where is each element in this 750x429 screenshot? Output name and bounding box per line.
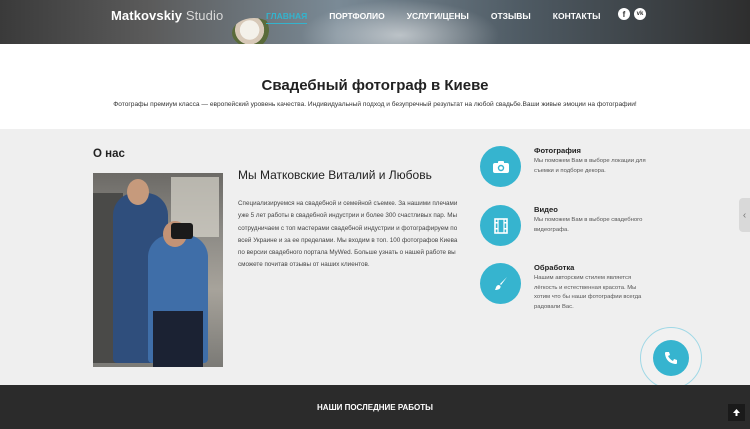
camera-prop (171, 223, 193, 239)
service-desc: Нашим авторским стилем является лёгкость… (534, 275, 642, 310)
woman-pants (153, 311, 203, 367)
about-text: Специализируемся на свадебной и семейной… (238, 200, 458, 269)
main-nav: ГЛАВНАЯ ПОРТФОЛИО УСЛУГИ/ЦЕНЫ ОТЗЫВЫ КОН… (266, 10, 622, 24)
site-logo[interactable]: Matkovskiy Studio (111, 8, 223, 23)
vk-icon[interactable]: vk (634, 8, 646, 20)
side-slider-tab[interactable]: ‹ (739, 198, 750, 232)
service-desc: Мы поможем Вам в выборе локации для съем… (534, 158, 646, 174)
service-name: Видео (534, 205, 558, 214)
page-title: Свадебный фотограф в Киеве (261, 77, 489, 94)
social-links: f vk (618, 8, 646, 20)
nav-item-services[interactable]: УСЛУГИ/ЦЕНЫ (407, 10, 469, 24)
header-bar: Matkovskiy Studio ГЛАВНАЯ ПОРТФОЛИО УСЛУ… (0, 0, 750, 44)
nav-item-home[interactable]: ГЛАВНАЯ (266, 10, 308, 24)
couple-photo (93, 173, 223, 367)
service-name: Фотография (534, 146, 581, 155)
logo-light: Studio (185, 8, 224, 23)
service-desc: Мы поможем Вам в выборе свадебного видео… (534, 217, 643, 233)
film-icon (480, 205, 521, 246)
brush-icon (480, 263, 521, 304)
arrow-up-icon (733, 409, 740, 416)
phone-icon (653, 340, 689, 376)
page-subtitle: Фотографы премиум класса — европейский у… (113, 101, 637, 108)
facebook-icon[interactable]: f (618, 8, 630, 20)
callback-button[interactable] (640, 327, 702, 389)
scroll-to-top-button[interactable] (728, 404, 745, 421)
latest-works-heading: НАШИ ПОСЛЕДНИЕ РАБОТЫ (317, 403, 433, 412)
camera-icon (480, 146, 521, 187)
nav-item-portfolio[interactable]: ПОРТФОЛИО (329, 10, 385, 24)
about-title: Мы Матковские Виталий и Любовь (238, 168, 432, 182)
man-head (127, 179, 149, 205)
nav-item-reviews[interactable]: ОТЗЫВЫ (491, 10, 531, 24)
nav-item-contacts[interactable]: КОНТАКТЫ (553, 10, 601, 24)
service-name: Обработка (534, 263, 575, 272)
about-heading: О нас (93, 148, 125, 160)
logo-bold: Matkovskiy (111, 8, 183, 23)
